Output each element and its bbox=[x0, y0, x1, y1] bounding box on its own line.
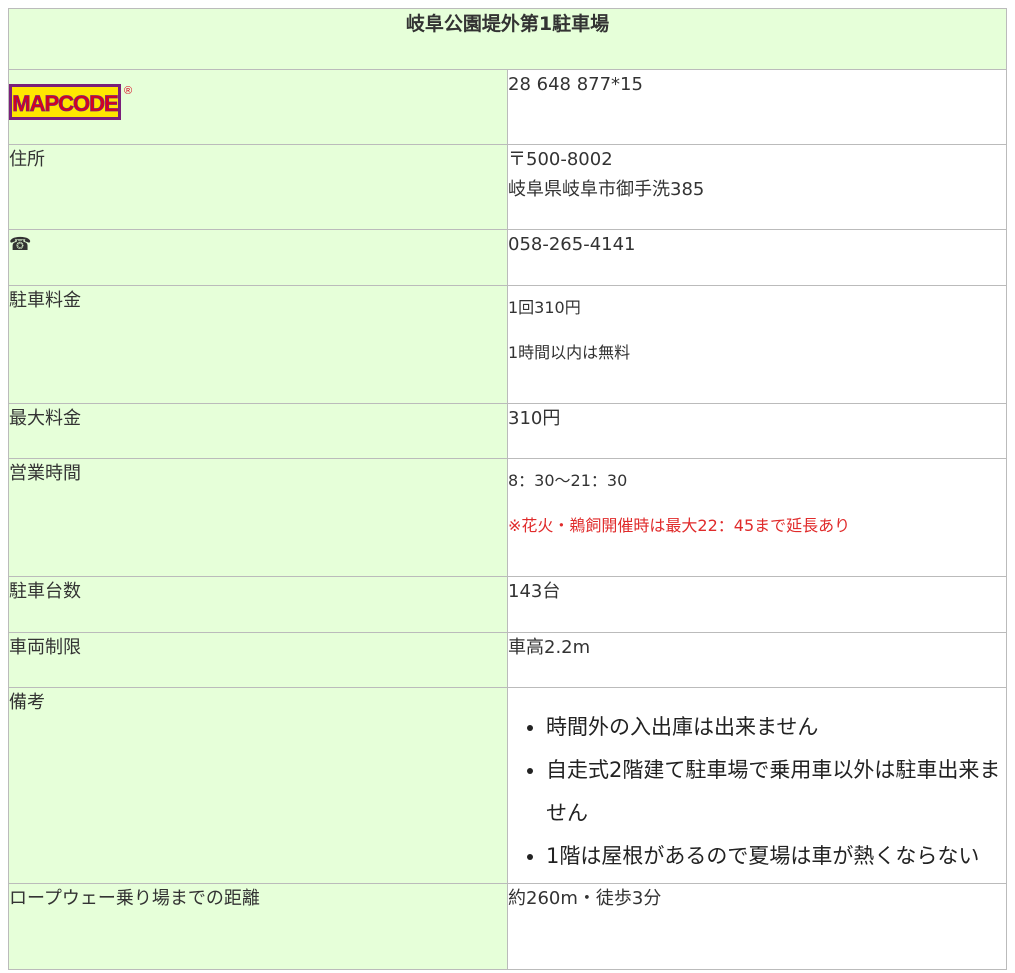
fee-label: 駐車料金 bbox=[8, 285, 508, 404]
fee-line-1: 1回310円 bbox=[508, 298, 581, 317]
address-postal: 〒500-8002 bbox=[508, 149, 613, 170]
address-label: 住所 bbox=[8, 144, 508, 230]
remarks-row: 備考 時間外の入出庫は出来ません 自走式2階建て駐車場で乗用車以外は駐車出来ませ… bbox=[8, 687, 1007, 884]
list-item: 自走式2階建て駐車場で乗用車以外は駐車出来ません bbox=[546, 749, 1006, 835]
max-fee-label: 最大料金 bbox=[8, 403, 508, 459]
distance-row: ロープウェー乗り場までの距離 約260m・徒歩3分 bbox=[8, 883, 1007, 970]
fee-line-2: 1時間以内は無料 bbox=[508, 343, 631, 362]
phone-value: 058-265-4141 bbox=[507, 229, 1007, 286]
restriction-label: 車両制限 bbox=[8, 632, 508, 688]
phone-row: ☎ 058-265-4141 bbox=[8, 229, 1007, 286]
fee-row: 駐車料金 1回310円 1時間以内は無料 bbox=[8, 285, 1007, 404]
mapcode-logo: MAPCODE ® bbox=[9, 82, 133, 132]
list-item: 1階は屋根があるので夏場は車が熱くならない bbox=[546, 835, 1006, 878]
parking-info-table: 岐阜公園堤外第1駐車場 MAPCODE ® 28 648 877*15 住所 〒… bbox=[8, 8, 1007, 970]
max-fee-row: 最大料金 310円 bbox=[8, 403, 1007, 459]
mapcode-label-cell: MAPCODE ® bbox=[8, 69, 508, 145]
max-fee-value: 310円 bbox=[507, 403, 1007, 459]
hours-label: 営業時間 bbox=[8, 458, 508, 577]
svg-text:®: ® bbox=[124, 85, 132, 97]
capacity-value: 143台 bbox=[507, 576, 1007, 633]
capacity-label: 駐車台数 bbox=[8, 576, 508, 633]
remarks-list: 時間外の入出庫は出来ません 自走式2階建て駐車場で乗用車以外は駐車出来ません 1… bbox=[508, 706, 1006, 878]
restriction-value: 車高2.2m bbox=[507, 632, 1007, 688]
table-title: 岐阜公園堤外第1駐車場 bbox=[8, 8, 1007, 70]
address-value: 〒500-8002 岐阜県岐阜市御手洗385 bbox=[507, 144, 1007, 230]
hours-time: 8：30～21：30 bbox=[508, 471, 628, 490]
distance-value: 約260m・徒歩3分 bbox=[507, 883, 1007, 970]
address-line: 岐阜県岐阜市御手洗385 bbox=[508, 179, 705, 200]
hours-row: 営業時間 8：30～21：30 ※花火・鵜飼開催時は最大22：45まで延長あり bbox=[8, 458, 1007, 577]
svg-text:MAPCODE: MAPCODE bbox=[12, 91, 118, 116]
remarks-value: 時間外の入出庫は出来ません 自走式2階建て駐車場で乗用車以外は駐車出来ません 1… bbox=[507, 687, 1007, 884]
phone-icon: ☎ bbox=[9, 234, 32, 255]
remarks-label: 備考 bbox=[8, 687, 508, 884]
mapcode-row: MAPCODE ® 28 648 877*15 bbox=[8, 69, 1007, 145]
capacity-row: 駐車台数 143台 bbox=[8, 576, 1007, 633]
list-item: 時間外の入出庫は出来ません bbox=[546, 706, 1006, 749]
hours-note: ※花火・鵜飼開催時は最大22：45まで延長あり bbox=[508, 516, 851, 535]
hours-value: 8：30～21：30 ※花火・鵜飼開催時は最大22：45まで延長あり bbox=[507, 458, 1007, 577]
fee-value: 1回310円 1時間以内は無料 bbox=[507, 285, 1007, 404]
distance-label: ロープウェー乗り場までの距離 bbox=[8, 883, 508, 970]
title-row: 岐阜公園堤外第1駐車場 bbox=[8, 8, 1007, 70]
restriction-row: 車両制限 車高2.2m bbox=[8, 632, 1007, 688]
mapcode-logo-graphic: MAPCODE ® bbox=[9, 84, 132, 120]
phone-label-cell: ☎ bbox=[8, 229, 508, 286]
mapcode-value: 28 648 877*15 bbox=[507, 69, 1007, 145]
address-row: 住所 〒500-8002 岐阜県岐阜市御手洗385 bbox=[8, 144, 1007, 230]
